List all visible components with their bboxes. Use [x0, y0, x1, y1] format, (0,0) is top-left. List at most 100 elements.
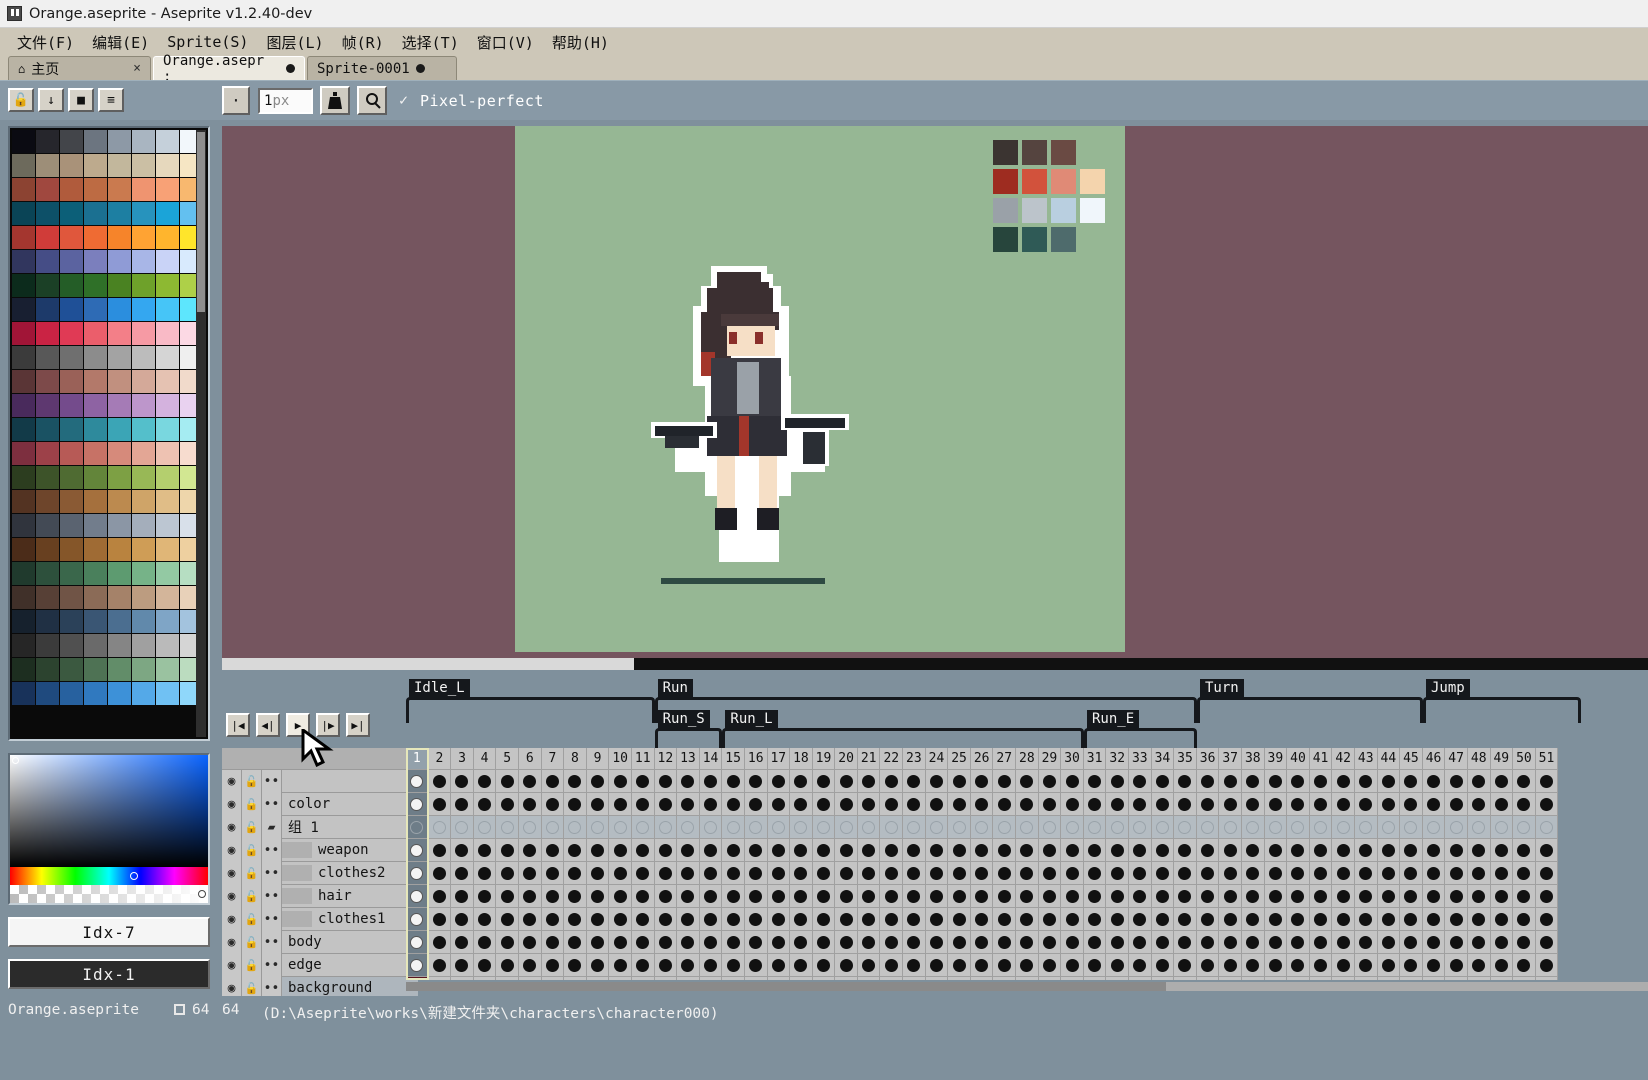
- cel-cell[interactable]: [1309, 839, 1333, 862]
- cel-cell[interactable]: [744, 931, 768, 954]
- cel-cell[interactable]: [812, 770, 836, 793]
- cel-cell[interactable]: [518, 770, 542, 793]
- cel-cell[interactable]: [1061, 931, 1084, 954]
- frame-number[interactable]: 18: [790, 748, 813, 770]
- cel-cell[interactable]: [744, 908, 768, 931]
- palette-swatch[interactable]: [132, 178, 155, 201]
- eye-icon[interactable]: ◉: [222, 769, 242, 793]
- cel-cell[interactable]: [451, 954, 474, 977]
- frame-number[interactable]: 24: [925, 748, 949, 770]
- frame-number[interactable]: 35: [1174, 748, 1197, 770]
- cel-cell[interactable]: [406, 908, 429, 931]
- cel-cell[interactable]: [609, 862, 632, 885]
- cel-rows[interactable]: [406, 770, 1648, 980]
- frame-number[interactable]: 6: [518, 748, 542, 770]
- menu-help[interactable]: 帮助(H): [543, 30, 618, 55]
- cel-cell[interactable]: [473, 885, 497, 908]
- cel-cell[interactable]: [722, 931, 745, 954]
- cel-cell[interactable]: [1287, 770, 1310, 793]
- palette-swatch[interactable]: [36, 370, 59, 393]
- palette-swatch[interactable]: [84, 586, 107, 609]
- palette-swatch[interactable]: [132, 394, 155, 417]
- frame-number[interactable]: 10: [609, 748, 632, 770]
- palette-swatch[interactable]: [84, 202, 107, 225]
- palette-swatch[interactable]: [84, 226, 107, 249]
- cel-cell[interactable]: [1287, 931, 1310, 954]
- cel-cell[interactable]: [677, 977, 700, 980]
- palette-swatch[interactable]: [84, 418, 107, 441]
- cel-cell[interactable]: [790, 977, 813, 980]
- cel-cell[interactable]: [541, 908, 565, 931]
- palette-swatch[interactable]: [36, 322, 59, 345]
- frame-number-row[interactable]: 1 2 3 4 5 6 7 8 9 10 11 12 13 14 15 16 17 18 19 20 21 22 23 24 2…: [406, 748, 1648, 770]
- cel-cell[interactable]: [1513, 816, 1536, 839]
- cel-cell[interactable]: [1264, 931, 1288, 954]
- cel-cell[interactable]: [1151, 931, 1175, 954]
- frame-number[interactable]: 9: [586, 748, 610, 770]
- palette-swatch[interactable]: [132, 226, 155, 249]
- timeline-tag-band[interactable]: [406, 697, 655, 723]
- cel-cell[interactable]: [767, 816, 791, 839]
- color-picker[interactable]: [8, 753, 210, 905]
- cel-cell[interactable]: [1332, 954, 1355, 977]
- cel-cell[interactable]: [948, 793, 971, 816]
- cel-cell[interactable]: [1151, 977, 1175, 980]
- cel-cell[interactable]: [925, 839, 949, 862]
- cel-cell[interactable]: [880, 885, 904, 908]
- palette-swatch[interactable]: [108, 130, 131, 153]
- cel-cell[interactable]: [654, 885, 678, 908]
- cel-cell[interactable]: [451, 839, 474, 862]
- cel-cell[interactable]: [857, 816, 881, 839]
- cel-cell[interactable]: [677, 839, 700, 862]
- cel-cell[interactable]: [609, 977, 632, 980]
- palette-swatch[interactable]: [132, 490, 155, 513]
- palette-swatch[interactable]: [36, 202, 59, 225]
- palette-swatch[interactable]: [36, 178, 59, 201]
- eye-icon[interactable]: ◉: [222, 884, 242, 908]
- cel-cell[interactable]: [1083, 793, 1107, 816]
- frame-number[interactable]: 41: [1309, 748, 1333, 770]
- cel-cell[interactable]: [1332, 862, 1355, 885]
- cel-cell[interactable]: [1061, 862, 1084, 885]
- palette-swatch[interactable]: [156, 442, 179, 465]
- frame-number[interactable]: 49: [1490, 748, 1514, 770]
- cel-cell[interactable]: [586, 862, 610, 885]
- eye-icon[interactable]: ◉: [222, 907, 242, 931]
- cel-cell[interactable]: [473, 977, 497, 980]
- palette-swatch[interactable]: [12, 250, 35, 273]
- cel-cell[interactable]: [1490, 862, 1514, 885]
- cel-cell[interactable]: [1038, 885, 1062, 908]
- menu-select[interactable]: 选择(T): [393, 30, 468, 55]
- palette-swatch[interactable]: [156, 634, 179, 657]
- cel-cell[interactable]: [812, 908, 836, 931]
- frame-number[interactable]: 51: [1535, 748, 1559, 770]
- brush-size-input[interactable]: 1 px: [258, 88, 313, 114]
- cel-cell[interactable]: [925, 908, 949, 931]
- cel-cell[interactable]: [1354, 816, 1378, 839]
- cel-cell[interactable]: [654, 839, 678, 862]
- cel-cell[interactable]: [1106, 885, 1129, 908]
- cel-cell[interactable]: [1309, 931, 1333, 954]
- palette-swatch[interactable]: [156, 562, 179, 585]
- layer-row[interactable]: ◉ 🔓 •• clothes2: [222, 861, 418, 885]
- cel-cell[interactable]: [541, 931, 565, 954]
- palette-swatch[interactable]: [132, 682, 155, 705]
- eye-icon[interactable]: ◉: [222, 838, 242, 862]
- cel-cell[interactable]: [586, 977, 610, 980]
- timeline-tag-label[interactable]: Turn: [1200, 679, 1244, 698]
- cel-cell[interactable]: [1467, 931, 1491, 954]
- cel-cell[interactable]: [541, 885, 565, 908]
- palette-swatch[interactable]: [108, 466, 131, 489]
- frame-number[interactable]: 47: [1445, 748, 1468, 770]
- frame-number[interactable]: 17: [767, 748, 791, 770]
- cel-cell[interactable]: [1196, 862, 1220, 885]
- cel-cell[interactable]: [406, 862, 429, 885]
- frame-number[interactable]: 46: [1422, 748, 1446, 770]
- cel-cell[interactable]: [970, 770, 994, 793]
- menu-sprite[interactable]: Sprite(S): [158, 31, 257, 53]
- cel-cell[interactable]: [1445, 977, 1468, 980]
- cel-cell[interactable]: [903, 885, 926, 908]
- cel-cell[interactable]: [631, 816, 655, 839]
- cel-cell[interactable]: [518, 862, 542, 885]
- menu-edit[interactable]: 编辑(E): [83, 30, 158, 55]
